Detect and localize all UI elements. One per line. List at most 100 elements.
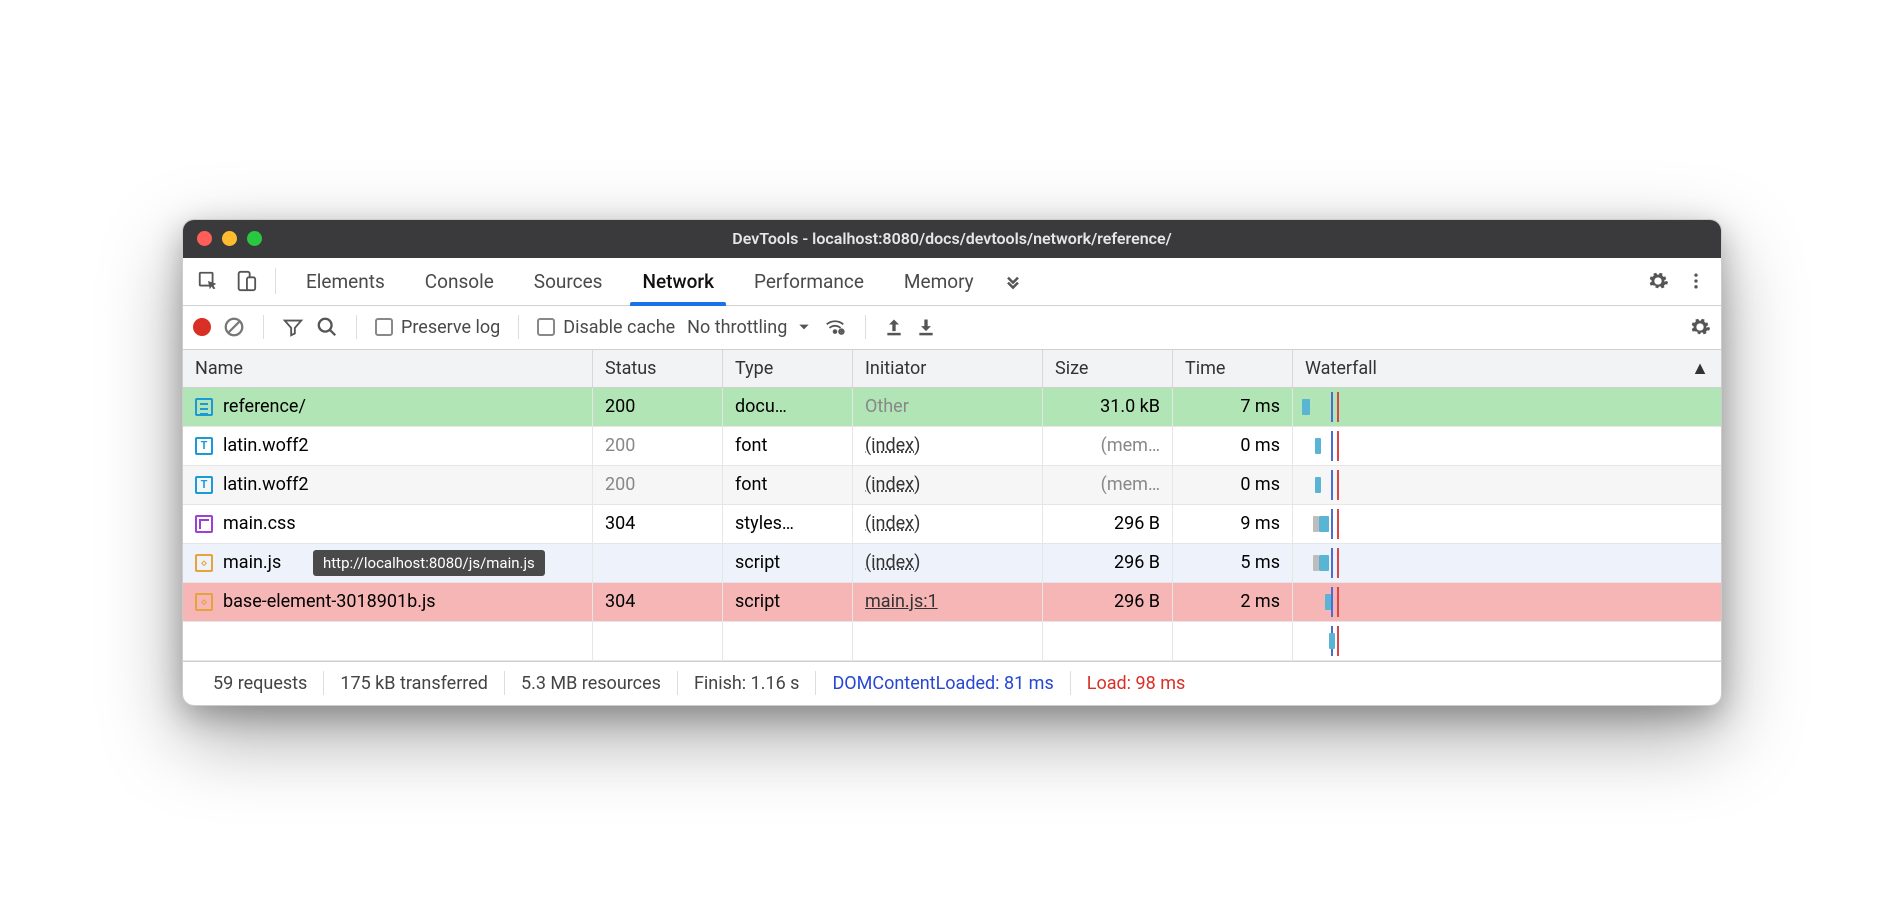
cell-waterfall [1293,544,1721,582]
font-file-icon [195,437,213,455]
search-icon[interactable] [316,316,338,338]
doc-file-icon [195,398,213,416]
col-waterfall[interactable]: Waterfall ▲ [1293,350,1721,387]
cell-waterfall [1293,583,1721,621]
js-file-icon [195,593,213,611]
cell-waterfall [1293,388,1721,426]
panel-tabs: ElementsConsoleSourcesNetworkPerformance… [183,258,1721,306]
cell-name: reference/ [183,388,593,426]
zoom-window-button[interactable] [247,231,262,246]
cell-initiator[interactable]: Other [853,388,1043,426]
cell-type: styles… [723,505,853,543]
cell-time: 0 ms [1173,466,1293,504]
status-requests: 59 requests [197,673,323,694]
download-har-icon[interactable] [916,317,936,337]
sort-asc-icon: ▲ [1691,358,1709,379]
cell-waterfall [1293,505,1721,543]
minimize-window-button[interactable] [222,231,237,246]
table-row[interactable]: latin.woff2200font(index)(mem…0 ms [183,466,1721,505]
tooltip: http://localhost:8080/js/main.js [313,550,545,576]
cell-time: 9 ms [1173,505,1293,543]
cell-size: (mem… [1043,466,1173,504]
cell-time: 0 ms [1173,427,1293,465]
tab-memory[interactable]: Memory [886,258,992,305]
status-domcontentloaded: DOMContentLoaded: 81 ms [816,673,1069,694]
cell-status: 200 [593,466,723,504]
cell-size: 296 B [1043,505,1173,543]
js-file-icon [195,554,213,572]
traffic-lights [197,231,262,246]
clear-icon[interactable] [223,316,245,338]
cell-size: 296 B [1043,583,1173,621]
filter-icon[interactable] [282,316,304,338]
cell-waterfall [1293,427,1721,465]
preserve-log-checkbox[interactable]: Preserve log [375,317,500,338]
cell-waterfall [1293,466,1721,504]
status-bar: 59 requests 175 kB transferred 5.3 MB re… [183,661,1721,705]
font-file-icon [195,476,213,494]
cell-initiator[interactable]: (index) [853,505,1043,543]
cell-size: 296 B [1043,544,1173,582]
network-table-header: Name Status Type Initiator Size Time Wat… [183,350,1721,388]
cell-status: 200 [593,388,723,426]
cell-name: latin.woff2 [183,466,593,504]
table-row[interactable]: main.css304styles…(index)296 B9 ms [183,505,1721,544]
col-status[interactable]: Status [593,350,723,387]
table-row[interactable]: main.jshttp://localhost:8080/js/main.jss… [183,544,1721,583]
cell-name: latin.woff2 [183,427,593,465]
network-table-body: reference/200docu…Other31.0 kB7 mslatin.… [183,388,1721,661]
cell-time: 5 ms [1173,544,1293,582]
more-tabs-icon[interactable] [996,264,1030,298]
tab-console[interactable]: Console [407,258,512,305]
tab-sources[interactable]: Sources [516,258,621,305]
col-name[interactable]: Name [183,350,593,387]
cell-type: script [723,583,853,621]
inspect-element-icon[interactable] [191,264,225,298]
tab-performance[interactable]: Performance [736,258,882,305]
window-title: DevTools - localhost:8080/docs/devtools/… [183,229,1721,248]
tab-network[interactable]: Network [624,258,732,305]
css-file-icon [195,515,213,533]
cell-size: 31.0 kB [1043,388,1173,426]
cell-name: main.jshttp://localhost:8080/js/main.js [183,544,593,582]
col-time[interactable]: Time [1173,350,1293,387]
tab-elements[interactable]: Elements [288,258,403,305]
status-transferred: 175 kB transferred [324,673,504,694]
cell-initiator[interactable]: (index) [853,466,1043,504]
status-finish: Finish: 1.16 s [678,673,816,694]
table-row[interactable]: latin.woff2200font(index)(mem…0 ms [183,427,1721,466]
col-size[interactable]: Size [1043,350,1173,387]
disable-cache-checkbox[interactable]: Disable cache [537,317,675,338]
settings-icon[interactable] [1641,264,1675,298]
device-toolbar-icon[interactable] [229,264,263,298]
cell-status: 304 [593,505,723,543]
col-type[interactable]: Type [723,350,853,387]
status-load: Load: 98 ms [1071,673,1202,694]
network-conditions-icon[interactable] [823,316,847,338]
cell-size: (mem… [1043,427,1173,465]
cell-time: 2 ms [1173,583,1293,621]
devtools-window: DevTools - localhost:8080/docs/devtools/… [182,219,1722,706]
cell-initiator[interactable]: (index) [853,427,1043,465]
cell-status: 304 [593,583,723,621]
network-toolbar: Preserve log Disable cache No throttling [183,306,1721,350]
cell-initiator[interactable]: (index) [853,544,1043,582]
table-row[interactable]: base-element-3018901b.js304scriptmain.js… [183,583,1721,622]
panel-settings-icon[interactable] [1689,316,1711,338]
col-initiator[interactable]: Initiator [853,350,1043,387]
close-window-button[interactable] [197,231,212,246]
cell-type: font [723,466,853,504]
titlebar: DevTools - localhost:8080/docs/devtools/… [183,220,1721,258]
cell-status: 200 [593,427,723,465]
cell-initiator[interactable]: main.js:1 [853,583,1043,621]
table-row-empty [183,622,1721,661]
throttling-select[interactable]: No throttling [687,317,811,338]
cell-name: base-element-3018901b.js [183,583,593,621]
table-row[interactable]: reference/200docu…Other31.0 kB7 ms [183,388,1721,427]
kebab-menu-icon[interactable] [1679,264,1713,298]
status-resources: 5.3 MB resources [505,673,677,694]
cell-time: 7 ms [1173,388,1293,426]
upload-har-icon[interactable] [884,317,904,337]
record-button[interactable] [193,318,211,336]
cell-type: font [723,427,853,465]
